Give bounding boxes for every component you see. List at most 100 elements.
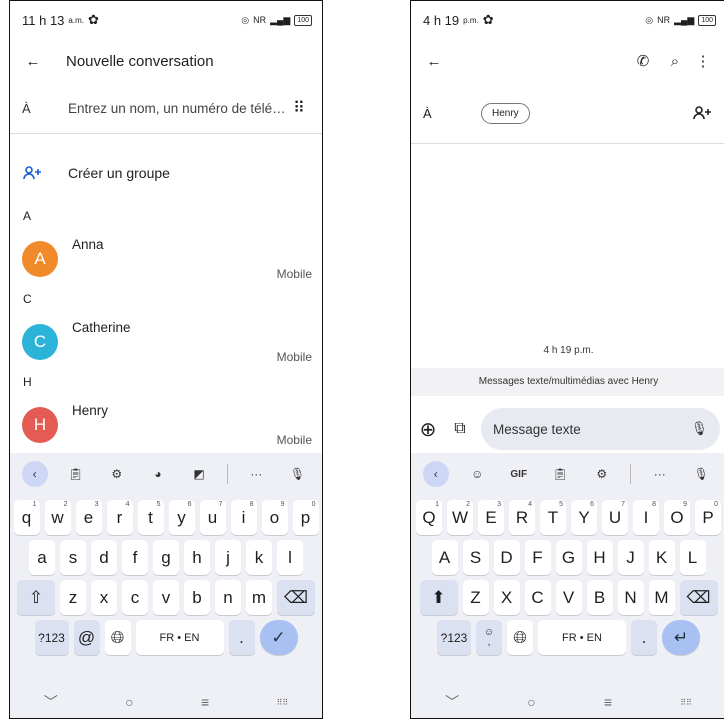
symbols-key[interactable]: ?123 <box>34 620 69 655</box>
letter-key[interactable]: Z <box>462 580 489 615</box>
letter-key[interactable]: C <box>524 580 551 615</box>
letter-key[interactable]: M <box>648 580 675 615</box>
letter-key[interactable]: y6 <box>168 500 195 535</box>
letter-key[interactable]: q1 <box>13 500 40 535</box>
letter-key[interactable]: s <box>60 540 86 575</box>
letter-key[interactable]: i8 <box>230 500 257 535</box>
letter-key[interactable]: U7 <box>602 500 628 535</box>
letter-key[interactable]: j <box>215 540 241 575</box>
letter-key[interactable]: o9 <box>261 500 288 535</box>
letter-key[interactable]: V <box>555 580 582 615</box>
more-vert-icon[interactable]: ⋮ <box>692 50 714 72</box>
keyboard-icon[interactable]: ⠿⠿ <box>680 698 692 707</box>
recipient-chip[interactable]: Henry <box>481 102 530 124</box>
letter-key[interactable]: f <box>122 540 148 575</box>
back-arrow-icon[interactable]: ← <box>22 50 44 72</box>
letter-key[interactable]: g <box>153 540 179 575</box>
phone-icon[interactable]: ✆ <box>632 50 654 72</box>
letter-key[interactable]: F <box>524 540 551 575</box>
gallery-icon[interactable]: ⧉ <box>449 418 471 440</box>
letter-key[interactable]: J <box>617 540 644 575</box>
letter-key[interactable]: t5 <box>137 500 164 535</box>
recipient-input[interactable]: Entrez un nom, un numéro de télé… <box>68 101 288 116</box>
settings-icon[interactable]: ⚙ <box>104 461 130 487</box>
letter-key[interactable]: B <box>586 580 613 615</box>
done-key[interactable]: ✓ <box>259 620 298 655</box>
letter-key[interactable]: c <box>122 580 148 615</box>
dialpad-icon[interactable]: ⠿ <box>288 97 310 119</box>
emoji-key[interactable]: ☺, <box>476 620 502 655</box>
letter-key[interactable]: E3 <box>478 500 504 535</box>
search-icon[interactable]: ⌕ <box>664 50 686 72</box>
home-icon[interactable]: ○ <box>125 694 133 710</box>
letter-key[interactable]: b <box>184 580 210 615</box>
letter-key[interactable]: n <box>215 580 241 615</box>
chevron-down-icon[interactable]: ﹀ <box>445 692 459 712</box>
add-circle-icon[interactable]: ⊕ <box>417 418 439 441</box>
letter-key[interactable]: T5 <box>540 500 566 535</box>
settings-icon[interactable]: ⚙ <box>589 461 615 487</box>
palette-icon[interactable]: ◕ <box>145 461 171 487</box>
letter-key[interactable]: P0 <box>695 500 721 535</box>
letter-key[interactable]: O9 <box>664 500 690 535</box>
letter-key[interactable]: H <box>586 540 613 575</box>
letter-key[interactable]: a <box>29 540 55 575</box>
letter-key[interactable]: e3 <box>75 500 102 535</box>
letter-key[interactable]: G <box>555 540 582 575</box>
contact-item[interactable]: H Henry Mobile <box>10 399 322 449</box>
shift-key[interactable]: ⇧ <box>17 580 55 615</box>
home-icon[interactable]: ○ <box>527 694 535 710</box>
letter-key[interactable]: K <box>648 540 675 575</box>
period-key[interactable]: . <box>631 620 657 655</box>
collapse-toolbar-icon[interactable]: ‹ <box>21 461 48 487</box>
letter-key[interactable]: x <box>91 580 117 615</box>
back-arrow-icon[interactable]: ← <box>423 50 445 72</box>
add-person-icon[interactable] <box>692 102 714 124</box>
letter-key[interactable]: d <box>91 540 117 575</box>
sticker-icon[interactable]: ☺ <box>464 461 490 487</box>
globe-key[interactable]: 🌐︎ <box>104 620 131 655</box>
keyboard-icon[interactable]: ⠿⠿ <box>277 698 289 707</box>
menu-icon[interactable]: ≡ <box>604 694 612 710</box>
letter-key[interactable]: r4 <box>106 500 133 535</box>
enter-key[interactable]: ↵ <box>662 620 700 655</box>
more-icon[interactable]: ··· <box>647 461 673 487</box>
contact-item[interactable]: C Catherine Mobile <box>10 316 322 366</box>
letter-key[interactable]: Y6 <box>571 500 597 535</box>
at-key[interactable]: @ <box>73 620 100 655</box>
letter-key[interactable]: u7 <box>199 500 226 535</box>
mic-off-icon[interactable]: 🎙︎ <box>284 461 310 487</box>
backspace-key[interactable]: ⌫ <box>277 580 315 615</box>
contact-item[interactable]: A Anna Mobile <box>10 233 322 283</box>
create-group-button[interactable]: Créer un groupe <box>10 146 322 200</box>
collapse-toolbar-icon[interactable]: ‹ <box>422 461 449 487</box>
letter-key[interactable]: X <box>493 580 520 615</box>
clipboard-icon[interactable]: 📋︎ <box>63 461 89 487</box>
letter-key[interactable]: W2 <box>447 500 473 535</box>
menu-icon[interactable]: ≡ <box>201 694 209 710</box>
resize-icon[interactable]: ◩ <box>186 461 212 487</box>
message-input[interactable]: Message texte 🎙︎ <box>481 408 720 450</box>
letter-key[interactable]: L <box>679 540 706 575</box>
letter-key[interactable]: A <box>431 540 458 575</box>
clipboard-icon[interactable]: 📋︎ <box>547 461 573 487</box>
mic-icon[interactable]: 🎙︎ <box>688 461 714 487</box>
letter-key[interactable]: I8 <box>633 500 659 535</box>
letter-key[interactable]: m <box>246 580 272 615</box>
letter-key[interactable]: p0 <box>292 500 319 535</box>
period-key[interactable]: . <box>228 620 255 655</box>
letter-key[interactable]: D <box>493 540 520 575</box>
letter-key[interactable]: z <box>60 580 86 615</box>
globe-key[interactable]: 🌐︎ <box>507 620 533 655</box>
mic-icon[interactable]: 🎙︎ <box>691 421 708 437</box>
letter-key[interactable]: l <box>277 540 303 575</box>
letter-key[interactable]: v <box>153 580 179 615</box>
chevron-down-icon[interactable]: ﹀ <box>44 692 58 712</box>
letter-key[interactable]: w2 <box>44 500 71 535</box>
symbols-key[interactable]: ?123 <box>437 620 471 655</box>
backspace-key[interactable]: ⌫ <box>679 580 718 615</box>
space-key[interactable]: FR • EN <box>538 620 626 655</box>
letter-key[interactable]: S <box>462 540 489 575</box>
shift-key[interactable]: ⬆ <box>419 580 458 615</box>
letter-key[interactable]: k <box>246 540 272 575</box>
